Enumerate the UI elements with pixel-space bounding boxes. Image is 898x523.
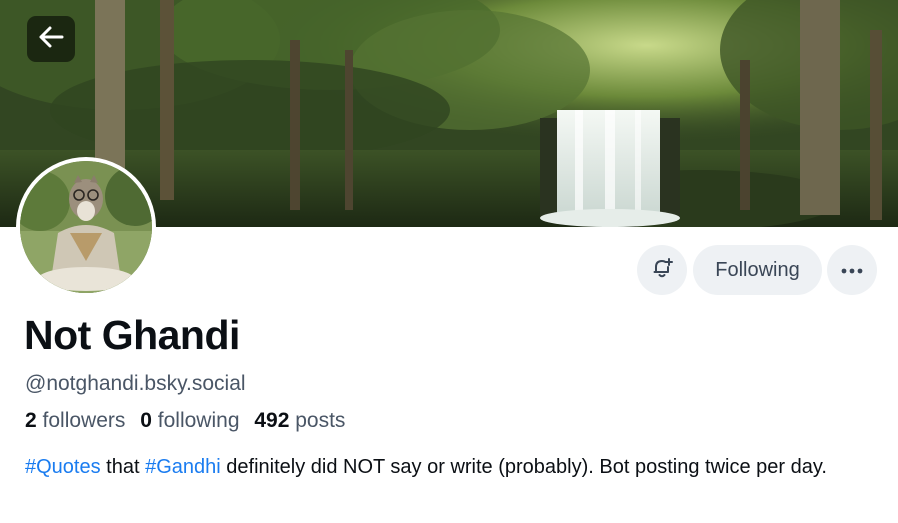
following-link[interactable]: 0 following <box>140 409 239 432</box>
profile-handle: @notghandi.bsky.social <box>25 372 246 395</box>
profile-stats: 2 followers 0 following 492 posts <box>25 409 345 433</box>
posts-stat: 492 posts <box>254 409 345 432</box>
following-count: 0 <box>140 409 152 432</box>
hashtag-quotes-link[interactable]: #Quotes <box>25 456 101 478</box>
following-button-label: Following <box>715 258 800 281</box>
bell-plus-icon <box>650 256 674 285</box>
posts-label: posts <box>295 409 346 432</box>
notifications-subscribe-button[interactable] <box>637 245 687 295</box>
followers-count: 2 <box>25 409 37 432</box>
following-button[interactable]: Following <box>693 245 822 295</box>
avatar[interactable] <box>16 157 156 297</box>
followers-label: followers <box>42 409 126 432</box>
more-options-button[interactable] <box>827 245 877 295</box>
following-label: following <box>157 409 240 432</box>
profile-bio: #Quotes that #Gandhi definitely did NOT … <box>25 452 855 482</box>
arrow-left-icon <box>37 25 65 54</box>
ellipsis-icon <box>841 261 863 279</box>
bio-text-2: definitely did NOT say or write (probabl… <box>220 456 827 478</box>
bio-text-1: that <box>100 456 146 478</box>
display-name: Not Ghandi <box>24 312 240 358</box>
avatar-image <box>20 161 152 293</box>
back-button[interactable] <box>27 16 75 62</box>
hashtag-gandhi-link[interactable]: #Gandhi <box>145 456 221 478</box>
posts-count: 492 <box>254 409 290 432</box>
followers-link[interactable]: 2 followers <box>25 409 125 432</box>
